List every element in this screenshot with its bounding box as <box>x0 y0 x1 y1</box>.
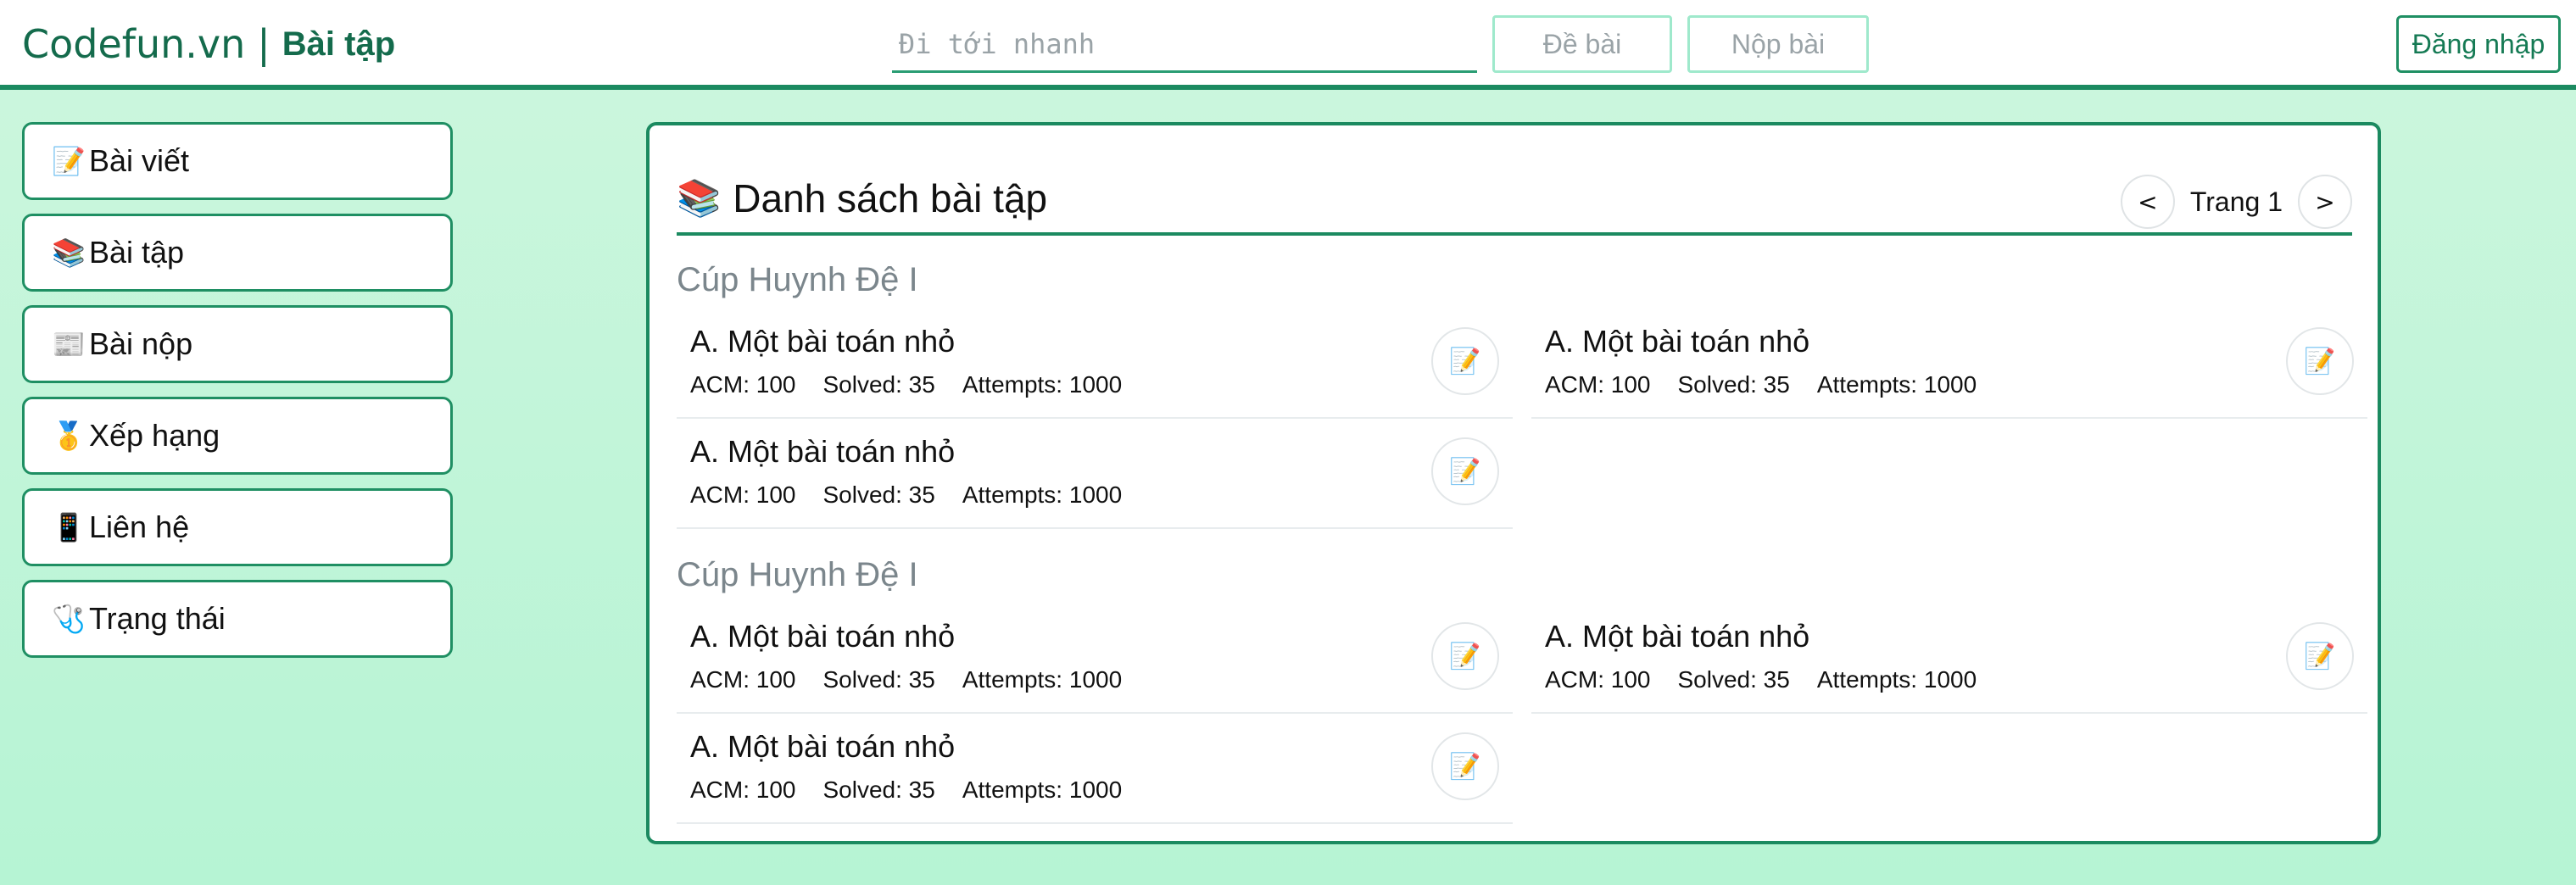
sidebar-item-label: Bài tập <box>89 235 185 270</box>
next-page-button[interactable]: > <box>2298 175 2352 229</box>
brand-separator: | <box>257 21 270 67</box>
problem-name[interactable]: A. Một bài toán nhỏ <box>690 324 955 359</box>
attempts-stat: Attempts: 1000 <box>1816 371 1977 398</box>
books-icon: 📚 <box>677 177 722 218</box>
memo-icon[interactable]: 📝 <box>2286 327 2354 395</box>
stethoscope-icon: 🩺 <box>52 604 86 634</box>
sidebar-item-label: Trạng thái <box>89 601 226 636</box>
solved-stat: Solved: 35 <box>822 371 935 398</box>
memo-icon[interactable]: 📝 <box>1431 327 1499 395</box>
solved-stat: Solved: 35 <box>1677 666 1790 693</box>
sidebar-item-posts[interactable]: 📝 Bài viết <box>22 122 453 200</box>
sidebar-item-ranking[interactable]: 🥇 Xếp hạng <box>22 397 453 475</box>
sidebar-item-label: Bài viết <box>89 143 190 178</box>
problem-grid: A. Một bài toán nhỏ ACM: 100 Solved: 35 … <box>677 604 2367 824</box>
problem-card[interactable]: A. Một bài toán nhỏ ACM: 100 Solved: 35 … <box>677 309 1513 419</box>
page-indicator: Trang 1 <box>2189 186 2283 217</box>
section-title: Cúp Huynh Đệ I <box>677 260 918 298</box>
brand[interactable]: Codefun.vn | Bài tập <box>22 19 395 70</box>
problem-stats: ACM: 100 Solved: 35 Attempts: 1000 <box>690 371 1149 398</box>
acm-stat: ACM: 100 <box>690 666 796 693</box>
problem-name[interactable]: A. Một bài toán nhỏ <box>690 729 955 765</box>
problem-stats: ACM: 100 Solved: 35 Attempts: 1000 <box>690 481 1149 509</box>
memo-icon[interactable]: 📝 <box>1431 437 1499 505</box>
page-title: 📚 Danh sách bài tập <box>677 168 1047 229</box>
solved-stat: Solved: 35 <box>822 481 935 508</box>
page-title-text: Danh sách bài tập <box>733 176 1048 220</box>
attempts-stat: Attempts: 1000 <box>962 481 1123 508</box>
top-header: Codefun.vn | Bài tập Đề bài Nộp bài Đăng… <box>0 0 2576 90</box>
acm-stat: ACM: 100 <box>690 371 796 398</box>
sidebar-item-status[interactable]: 🩺 Trạng thái <box>22 580 453 658</box>
attempts-stat: Attempts: 1000 <box>962 371 1123 398</box>
problem-card[interactable]: A. Một bài toán nhỏ ACM: 100 Solved: 35 … <box>1531 309 2367 419</box>
phone-icon: 📱 <box>52 512 86 543</box>
problem-list-panel: 📚 Danh sách bài tập < Trang 1 > Cúp Huyn… <box>646 122 2381 844</box>
problem-card[interactable]: A. Một bài toán nhỏ ACM: 100 Solved: 35 … <box>677 604 1513 714</box>
solved-stat: Solved: 35 <box>1677 371 1790 398</box>
medal-icon: 🥇 <box>52 420 86 451</box>
quick-nav-input[interactable] <box>892 17 1477 73</box>
prev-page-button[interactable]: < <box>2120 175 2175 229</box>
memo-icon[interactable]: 📝 <box>1431 732 1499 800</box>
problem-stats: ACM: 100 Solved: 35 Attempts: 1000 <box>690 666 1149 693</box>
login-button[interactable]: Đăng nhập <box>2396 15 2561 73</box>
acm-stat: ACM: 100 <box>1545 371 1651 398</box>
problem-name[interactable]: A. Một bài toán nhỏ <box>690 434 955 470</box>
sidebar-item-contact[interactable]: 📱 Liên hệ <box>22 488 453 566</box>
problem-stats: ACM: 100 Solved: 35 Attempts: 1000 <box>1545 666 2004 693</box>
memo-icon[interactable]: 📝 <box>1431 622 1499 690</box>
memo-icon[interactable]: 📝 <box>2286 622 2354 690</box>
acm-stat: ACM: 100 <box>1545 666 1651 693</box>
problem-name[interactable]: A. Một bài toán nhỏ <box>1545 619 1809 654</box>
problem-card[interactable]: A. Một bài toán nhỏ ACM: 100 Solved: 35 … <box>677 419 1513 529</box>
sidebar-item-problems[interactable]: 📚 Bài tập <box>22 214 453 292</box>
site-name: Codefun.vn <box>22 21 246 67</box>
contest-section: Cúp Huynh Đệ I A. Một bài toán nhỏ ACM: … <box>677 546 2367 824</box>
sidebar-item-label: Xếp hạng <box>89 418 220 453</box>
problem-grid: A. Một bài toán nhỏ ACM: 100 Solved: 35 … <box>677 309 2367 529</box>
solved-stat: Solved: 35 <box>822 666 935 693</box>
memo-icon: 📝 <box>52 146 86 176</box>
attempts-stat: Attempts: 1000 <box>962 776 1123 803</box>
problem-card[interactable]: A. Một bài toán nhỏ ACM: 100 Solved: 35 … <box>677 714 1513 824</box>
pagination: < Trang 1 > <box>2120 175 2352 229</box>
newspaper-icon: 📰 <box>52 329 86 359</box>
contest-section: Cúp Huynh Đệ I A. Một bài toán nhỏ ACM: … <box>677 251 2367 529</box>
sidebar: 📝 Bài viết 📚 Bài tập 📰 Bài nộp 🥇 Xếp hạn… <box>22 122 453 671</box>
attempts-stat: Attempts: 1000 <box>962 666 1123 693</box>
submit-button[interactable]: Nộp bài <box>1687 15 1869 73</box>
problem-stats: ACM: 100 Solved: 35 Attempts: 1000 <box>1545 371 2004 398</box>
section-title: Cúp Huynh Đệ I <box>677 555 918 593</box>
problem-button[interactable]: Đề bài <box>1492 15 1672 73</box>
books-icon: 📚 <box>52 237 86 268</box>
problem-name[interactable]: A. Một bài toán nhỏ <box>1545 324 1809 359</box>
sidebar-item-submissions[interactable]: 📰 Bài nộp <box>22 305 453 383</box>
page-name: Bài tập <box>282 25 396 63</box>
acm-stat: ACM: 100 <box>690 481 796 508</box>
problem-name[interactable]: A. Một bài toán nhỏ <box>690 619 955 654</box>
problem-card[interactable]: A. Một bài toán nhỏ ACM: 100 Solved: 35 … <box>1531 604 2367 714</box>
sidebar-item-label: Liên hệ <box>89 509 190 544</box>
sidebar-item-label: Bài nộp <box>89 326 193 361</box>
acm-stat: ACM: 100 <box>690 776 796 803</box>
attempts-stat: Attempts: 1000 <box>1816 666 1977 693</box>
panel-header: 📚 Danh sách bài tập < Trang 1 > <box>677 168 2352 236</box>
solved-stat: Solved: 35 <box>822 776 935 803</box>
problem-stats: ACM: 100 Solved: 35 Attempts: 1000 <box>690 776 1149 804</box>
